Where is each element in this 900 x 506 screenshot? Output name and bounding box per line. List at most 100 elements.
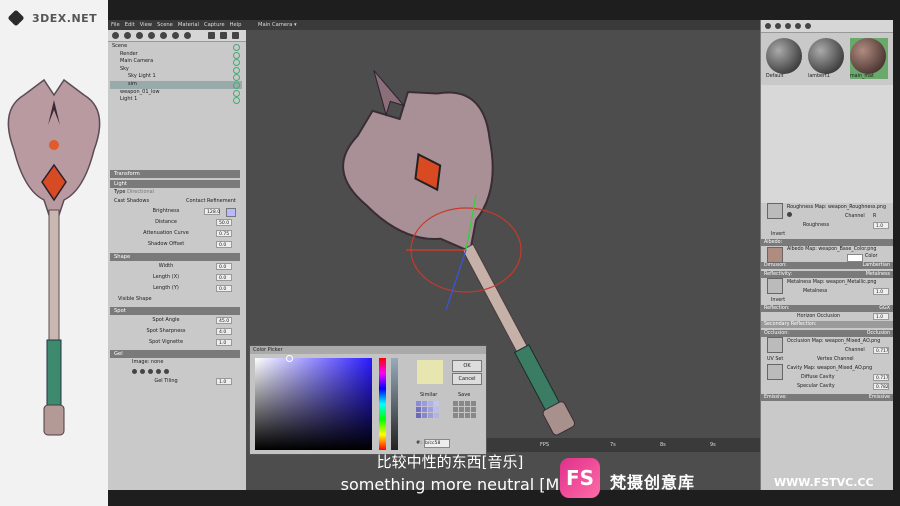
section-emissive[interactable]: Emissive: Emissive <box>761 394 893 401</box>
tree-item[interactable]: Main Camera <box>110 58 242 67</box>
menu-view[interactable]: View <box>140 22 152 28</box>
add-light-icon[interactable] <box>112 32 119 39</box>
section-albedo[interactable]: Albedo: <box>761 239 893 246</box>
section-occlusion[interactable]: Occlusion: Occlusion <box>761 330 893 337</box>
spot-vignette-field[interactable]: 1.0 <box>216 339 232 346</box>
camera-select[interactable]: Main Camera ▾ <box>258 22 297 28</box>
brightness-field[interactable]: 128.0 <box>204 208 220 215</box>
menu-file[interactable]: File <box>111 22 120 28</box>
diffusion-select[interactable]: Lambertian <box>863 262 890 269</box>
section-transform[interactable]: Transform <box>110 170 240 178</box>
hex-input[interactable]: b/cc58 <box>424 439 450 448</box>
roughness-map-label[interactable]: Roughness Map: weapon_Roughness.png <box>787 205 886 210</box>
section-secondary-reflection[interactable]: Secondary Reflection: <box>761 321 893 328</box>
menu-edit[interactable]: Edit <box>125 22 135 28</box>
menu-capture[interactable]: Capture <box>204 22 225 28</box>
menu-scene[interactable]: Scene <box>157 22 173 28</box>
gel-refresh-icon[interactable] <box>156 369 161 374</box>
gel-zoom-icon[interactable] <box>140 369 145 374</box>
contact-refinement-checkbox[interactable]: Contact Refinement <box>186 197 236 206</box>
cancel-button[interactable]: Cancel <box>452 373 482 385</box>
gel-clear-icon[interactable] <box>164 369 169 374</box>
diffuse-cavity-field[interactable]: 0.717 <box>873 374 889 381</box>
spot-angle-field[interactable]: 45.0 <box>216 317 232 324</box>
albedo-map-label[interactable]: Albedo Map: weapon_Base_Color.png <box>787 247 876 252</box>
add-object-icon[interactable] <box>124 32 131 39</box>
tree-item[interactable]: weapon_01_low <box>110 89 242 97</box>
tree-item-selected[interactable]: sim <box>110 80 242 89</box>
occlusion-value-field[interactable]: 0.717 <box>873 347 889 354</box>
add-camera-icon[interactable] <box>136 32 143 39</box>
roughness-field[interactable]: 1.0 <box>873 222 889 229</box>
hue-slider[interactable] <box>379 358 386 450</box>
tree-item[interactable]: Light 1 <box>110 96 242 105</box>
save-material-icon[interactable] <box>795 23 801 29</box>
section-shape[interactable]: Shape <box>110 253 240 261</box>
horizon-occlusion-field[interactable]: 1.0 <box>873 313 889 320</box>
section-diffusion[interactable]: Diffusion: Lambertian <box>761 262 893 269</box>
occlusion-map-label[interactable]: Occlusion Map: weapon_Mixed_AO.png <box>787 339 880 344</box>
duplicate-material-icon[interactable] <box>775 23 781 29</box>
saved-colors-grid[interactable] <box>453 401 476 418</box>
folder-icon[interactable] <box>208 32 215 39</box>
section-reflectivity[interactable]: Reflectivity: Metalness <box>761 271 893 278</box>
gel-tiling-field[interactable]: 1.0 <box>216 378 232 385</box>
cast-shadows-checkbox[interactable]: Cast Shadows <box>110 198 149 204</box>
material-default[interactable]: Default <box>766 38 804 79</box>
brightness-slider[interactable] <box>391 358 398 450</box>
tree-item[interactable]: Sky Light 1 <box>110 73 242 82</box>
saturation-value-field[interactable] <box>255 355 372 450</box>
type-select[interactable]: Directional <box>127 189 154 195</box>
albedo-map-thumb[interactable] <box>767 247 783 263</box>
duplicate-icon[interactable] <box>220 32 227 39</box>
import-material-icon[interactable] <box>785 23 791 29</box>
menu-help[interactable]: Help <box>230 22 242 28</box>
attenuation-field[interactable]: 0.75 <box>216 230 232 237</box>
emissive-select[interactable]: Emissive <box>869 394 890 401</box>
length-x-field[interactable]: 0.0 <box>216 274 232 281</box>
occlusion-select[interactable]: Occlusion <box>867 330 890 337</box>
reflectivity-select[interactable]: Metalness <box>866 271 890 278</box>
ok-button[interactable]: OK <box>452 360 482 372</box>
map-browse-icon[interactable] <box>787 212 792 217</box>
specular-cavity-field[interactable]: 0.782 <box>873 383 889 390</box>
add-material-icon[interactable] <box>765 23 771 29</box>
timeline-bar[interactable]: FPS 7s 8s 9s <box>480 438 760 452</box>
spot-sharpness-field[interactable]: 4.0 <box>216 328 232 335</box>
color-cursor[interactable] <box>286 355 293 362</box>
metalness-map-label[interactable]: Metalness Map: weapon_Metallic.png <box>787 280 876 285</box>
add-audio-icon[interactable] <box>172 32 179 39</box>
add-sphere-icon[interactable] <box>184 32 191 39</box>
width-field[interactable]: 0.0 <box>216 263 232 270</box>
section-reflection[interactable]: Reflection: GGX <box>761 305 893 312</box>
material-main-mat[interactable]: main_mat <box>850 38 888 79</box>
tree-item[interactable]: Scene <box>110 43 242 51</box>
gel-image-label[interactable]: Image: none <box>110 359 163 365</box>
shadow-offset-field[interactable]: 0.0 <box>216 241 232 248</box>
gel-edit-icon[interactable] <box>148 369 153 374</box>
channel-select[interactable]: R <box>873 212 876 221</box>
invert-checkbox[interactable]: Invert <box>761 298 785 303</box>
reflection-select[interactable]: GGX <box>879 305 890 312</box>
length-y-field[interactable]: 0.0 <box>216 285 232 292</box>
section-light[interactable]: Light <box>110 180 240 188</box>
visible-shape-checkbox[interactable]: Visible Shape <box>110 296 152 302</box>
delete-icon[interactable] <box>232 32 239 39</box>
invert-checkbox[interactable]: Invert <box>761 232 785 237</box>
tree-item[interactable]: Sky <box>110 66 242 74</box>
menu-material[interactable]: Material <box>178 22 199 28</box>
visibility-icon[interactable] <box>233 97 240 105</box>
gel-browse-icon[interactable] <box>132 369 137 374</box>
section-gel[interactable]: Gel <box>110 350 240 358</box>
vertex-channel-select[interactable]: Vertex Channel <box>817 355 854 364</box>
section-spot[interactable]: Spot <box>110 307 240 315</box>
tree-item[interactable]: Render <box>110 51 242 59</box>
albedo-color-swatch[interactable] <box>847 254 863 262</box>
metalness-field[interactable]: 1.0 <box>873 288 889 295</box>
similar-colors-grid[interactable] <box>416 401 439 418</box>
material-lambert1[interactable]: lambert1 <box>808 38 846 79</box>
delete-material-icon[interactable] <box>805 23 811 29</box>
add-shadow-icon[interactable] <box>148 32 155 39</box>
light-color-swatch[interactable] <box>226 208 236 217</box>
distance-field[interactable]: 50.0 <box>216 219 232 226</box>
